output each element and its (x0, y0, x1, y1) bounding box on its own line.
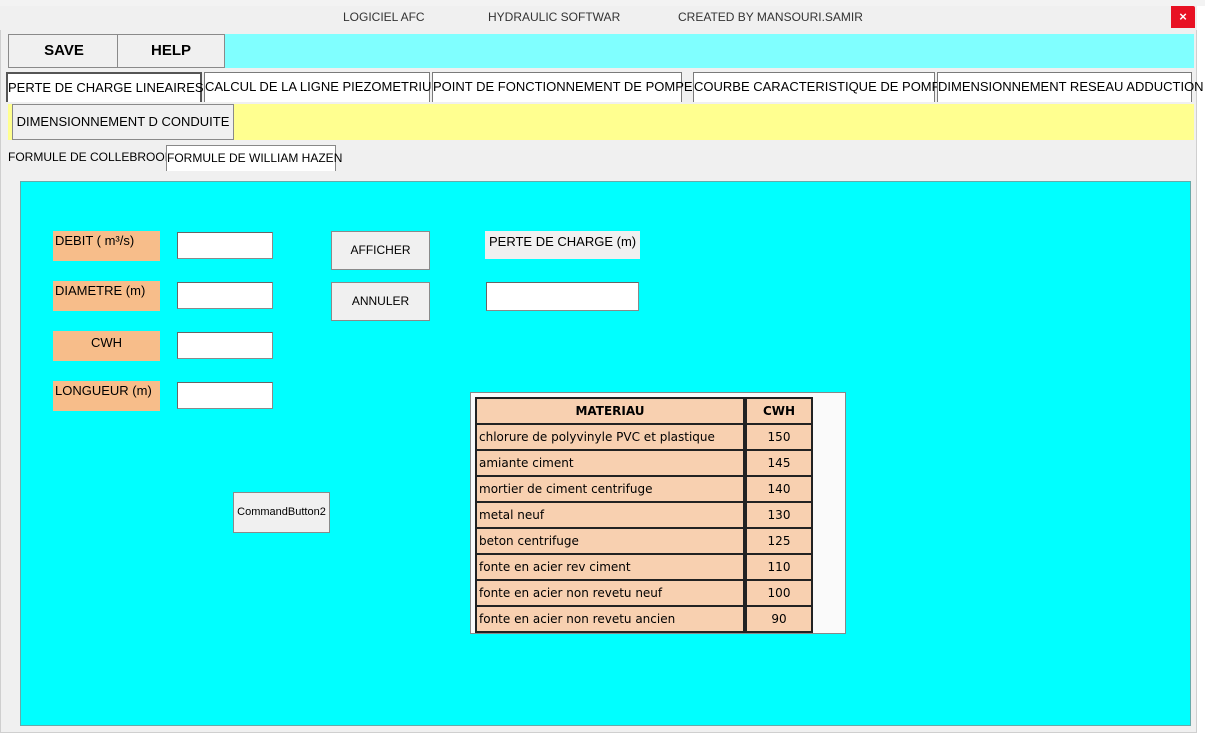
tab-point-fonctionnement[interactable]: POINT DE FONCTIONNEMENT DE POMPE (432, 72, 693, 102)
longueur-input[interactable] (177, 382, 273, 409)
help-button[interactable]: HELP (117, 34, 225, 68)
perte-de-charge-output[interactable] (486, 282, 639, 311)
longueur-label: LONGUEUR (m) (53, 381, 160, 411)
material-name-cell: chlorure de polyvinyle PVC et plastique (475, 423, 745, 451)
table-row: metal neuf 130 (475, 501, 813, 529)
debit-input[interactable] (177, 232, 273, 259)
table-row: fonte en acier non revetu ancien 90 (475, 605, 813, 633)
annuler-button[interactable]: ANNULER (331, 282, 430, 321)
tab-ligne-piezometrique[interactable]: CALCUL DE LA LIGNE PIEZOMETRIUE (204, 72, 440, 102)
tab-dimensionnement-reseau[interactable]: DIMENSIONNEMENT RESEAU ADDUCTION (937, 72, 1204, 102)
dimensionnement-conduite-button[interactable]: DIMENSIONNEMENT D CONDUITE (12, 104, 234, 140)
cwh-label: CWH (53, 331, 160, 361)
material-cwh-cell: 90 (745, 605, 813, 633)
material-cwh-cell: 125 (745, 527, 813, 555)
material-name-cell: fonte en acier non revetu ancien (475, 605, 745, 633)
table-row: amiante ciment 145 (475, 449, 813, 477)
material-cwh-cell: 145 (745, 449, 813, 477)
tab-perte-de-charge[interactable]: PERTE DE CHARGE LINEAIRES (6, 72, 204, 102)
material-name-cell: fonte en acier rev ciment (475, 553, 745, 581)
material-cwh-cell: 140 (745, 475, 813, 503)
materials-table-frame: MATERIAU CWH chlorure de polyvinyle PVC … (470, 392, 846, 634)
materials-header-row: MATERIAU CWH (475, 397, 813, 425)
title-software: HYDRAULIC SOFTWAR (488, 10, 621, 24)
table-row: fonte en acier rev ciment 110 (475, 553, 813, 581)
table-row: mortier de ciment centrifuge 140 (475, 475, 813, 503)
diametre-label: DIAMETRE (m) (53, 281, 160, 311)
save-button[interactable]: SAVE (8, 34, 120, 68)
title-author: CREATED BY MANSOURI.SAMIR (678, 10, 863, 24)
subtab-collebrook[interactable]: FORMULE DE COLLEBROOK (8, 145, 173, 171)
materials-table: MATERIAU CWH chlorure de polyvinyle PVC … (475, 397, 813, 633)
debit-label: DEBIT ( m³/s) (53, 231, 160, 261)
material-name-cell: beton centrifuge (475, 527, 745, 555)
title-app: LOGICIEL AFC (343, 10, 425, 24)
perte-de-charge-label: PERTE DE CHARGE (m) (485, 231, 640, 259)
header-materiau: MATERIAU (475, 397, 745, 425)
cwh-input[interactable] (177, 332, 273, 359)
command-button-2[interactable]: CommandButton2 (233, 492, 330, 533)
close-icon: × (1179, 9, 1187, 24)
subtab-william-hazen[interactable]: FORMULE DE WILLIAM HAZEN (166, 145, 342, 171)
afficher-button[interactable]: AFFICHER (331, 231, 430, 270)
material-cwh-cell: 150 (745, 423, 813, 451)
table-row: fonte en acier non revetu neuf 100 (475, 579, 813, 607)
tab-courbe-caracteristique[interactable]: COURBE CARACTERISTIQUE DE POMPE (693, 72, 949, 102)
material-cwh-cell: 100 (745, 579, 813, 607)
material-name-cell: fonte en acier non revetu neuf (475, 579, 745, 607)
table-row: beton centrifuge 125 (475, 527, 813, 555)
diametre-input[interactable] (177, 282, 273, 309)
material-cwh-cell: 130 (745, 501, 813, 529)
material-name-cell: amiante ciment (475, 449, 745, 477)
material-name-cell: mortier de ciment centrifuge (475, 475, 745, 503)
material-cwh-cell: 110 (745, 553, 813, 581)
material-name-cell: metal neuf (475, 501, 745, 529)
close-button[interactable]: × (1171, 6, 1195, 28)
table-row: chlorure de polyvinyle PVC et plastique 1… (475, 423, 813, 451)
header-cwh: CWH (745, 397, 813, 425)
